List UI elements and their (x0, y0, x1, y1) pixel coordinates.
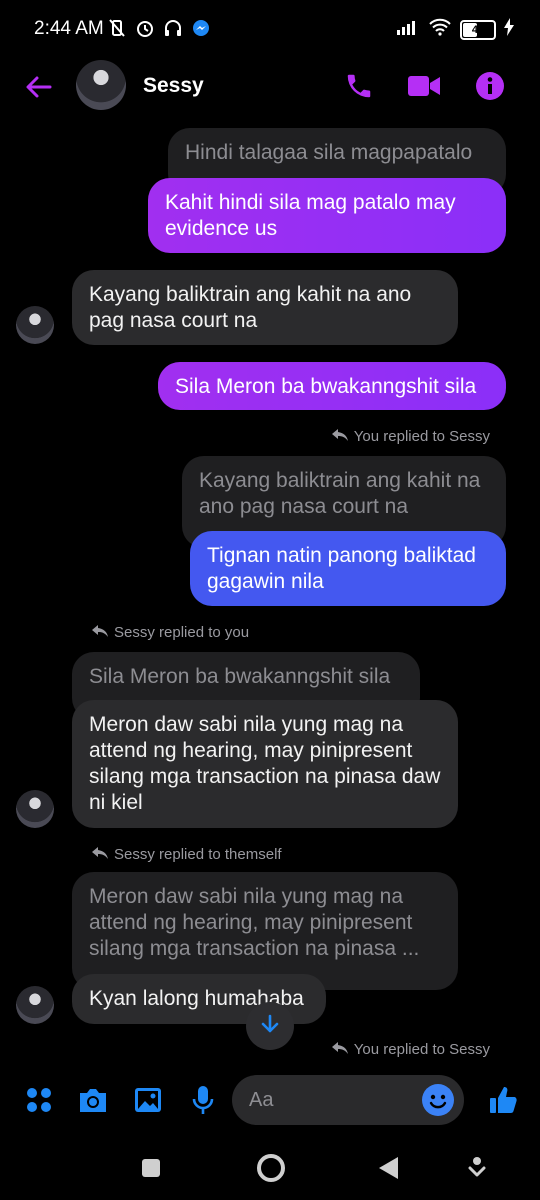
alarm-icon (134, 17, 156, 39)
composer-bar: Aa (0, 1073, 540, 1129)
reply-indicator: You replied to Sessy (331, 1041, 490, 1058)
phone-call-icon[interactable] (342, 69, 376, 103)
message-input-placeholder: Aa (249, 1088, 274, 1111)
scroll-down-button[interactable] (246, 1002, 294, 1050)
reply-note-text: You replied to Sessy (353, 428, 490, 445)
reply-note-text: Sessy replied to you (114, 624, 250, 641)
home-icon[interactable] (255, 1152, 287, 1189)
reply-arrow-icon (331, 1041, 348, 1058)
info-icon[interactable] (473, 69, 507, 103)
contact-name[interactable]: Sessy (143, 74, 204, 98)
reply-indicator: You replied to Sessy (331, 428, 490, 445)
microphone-icon[interactable] (186, 1083, 220, 1117)
status-bar: 2:44 AM 41 (0, 0, 540, 58)
reply-note-text: Sessy replied to themself (114, 846, 282, 863)
reply-arrow-icon (92, 846, 108, 863)
reply-arrow-icon (331, 428, 348, 445)
camera-icon[interactable] (76, 1083, 110, 1117)
sender-avatar[interactable] (16, 986, 54, 1024)
reply-indicator: Sessy replied to you (92, 624, 249, 641)
recent-apps-icon[interactable] (140, 1157, 162, 1184)
reply-indicator: Sessy replied to themself (92, 846, 282, 863)
contact-avatar[interactable] (76, 60, 126, 110)
message-input[interactable]: Aa (232, 1075, 464, 1125)
sender-avatar[interactable] (16, 306, 54, 344)
outgoing-message[interactable]: Sila Meron ba bwakanngshit sila (158, 362, 506, 410)
thumbs-up-icon[interactable] (486, 1083, 520, 1117)
back-arrow-icon[interactable] (22, 70, 58, 106)
incoming-message[interactable]: Kayang baliktrain ang kahit na ano pag n… (72, 270, 458, 345)
chat-header: Sessy (0, 58, 540, 116)
headphones-icon (162, 17, 184, 39)
more-apps-icon[interactable] (22, 1083, 56, 1117)
vibrate-off-icon (106, 17, 128, 39)
status-time: 2:44 AM (34, 18, 104, 39)
status-icons (106, 17, 212, 39)
hide-nav-icon[interactable] (468, 1156, 486, 1183)
incoming-message[interactable]: Meron daw sabi nila yung mag na attend n… (72, 700, 458, 828)
arrow-down-icon (259, 1013, 281, 1040)
outgoing-message[interactable]: Kahit hindi sila mag patalo may evidence… (148, 178, 506, 253)
gallery-icon[interactable] (131, 1083, 165, 1117)
system-nav-bar (0, 1140, 540, 1200)
outgoing-message[interactable]: Tignan natin panong baliktad gagawin nil… (190, 531, 506, 606)
video-call-icon[interactable] (407, 69, 441, 103)
reply-note-text: You replied to Sessy (353, 1041, 490, 1058)
charging-icon (504, 18, 514, 41)
reply-arrow-icon (92, 624, 108, 641)
battery-level: 41 (471, 23, 485, 36)
sender-avatar[interactable] (16, 790, 54, 828)
wifi-icon (428, 18, 452, 41)
status-right: 41 (396, 18, 514, 41)
signal-icon (396, 19, 420, 40)
emoji-icon[interactable] (422, 1084, 454, 1116)
messenger-icon (190, 17, 212, 39)
battery-icon: 41 (460, 19, 496, 40)
back-nav-icon[interactable] (376, 1155, 400, 1186)
quoted-message: Meron daw sabi nila yung mag na attend n… (72, 872, 458, 990)
